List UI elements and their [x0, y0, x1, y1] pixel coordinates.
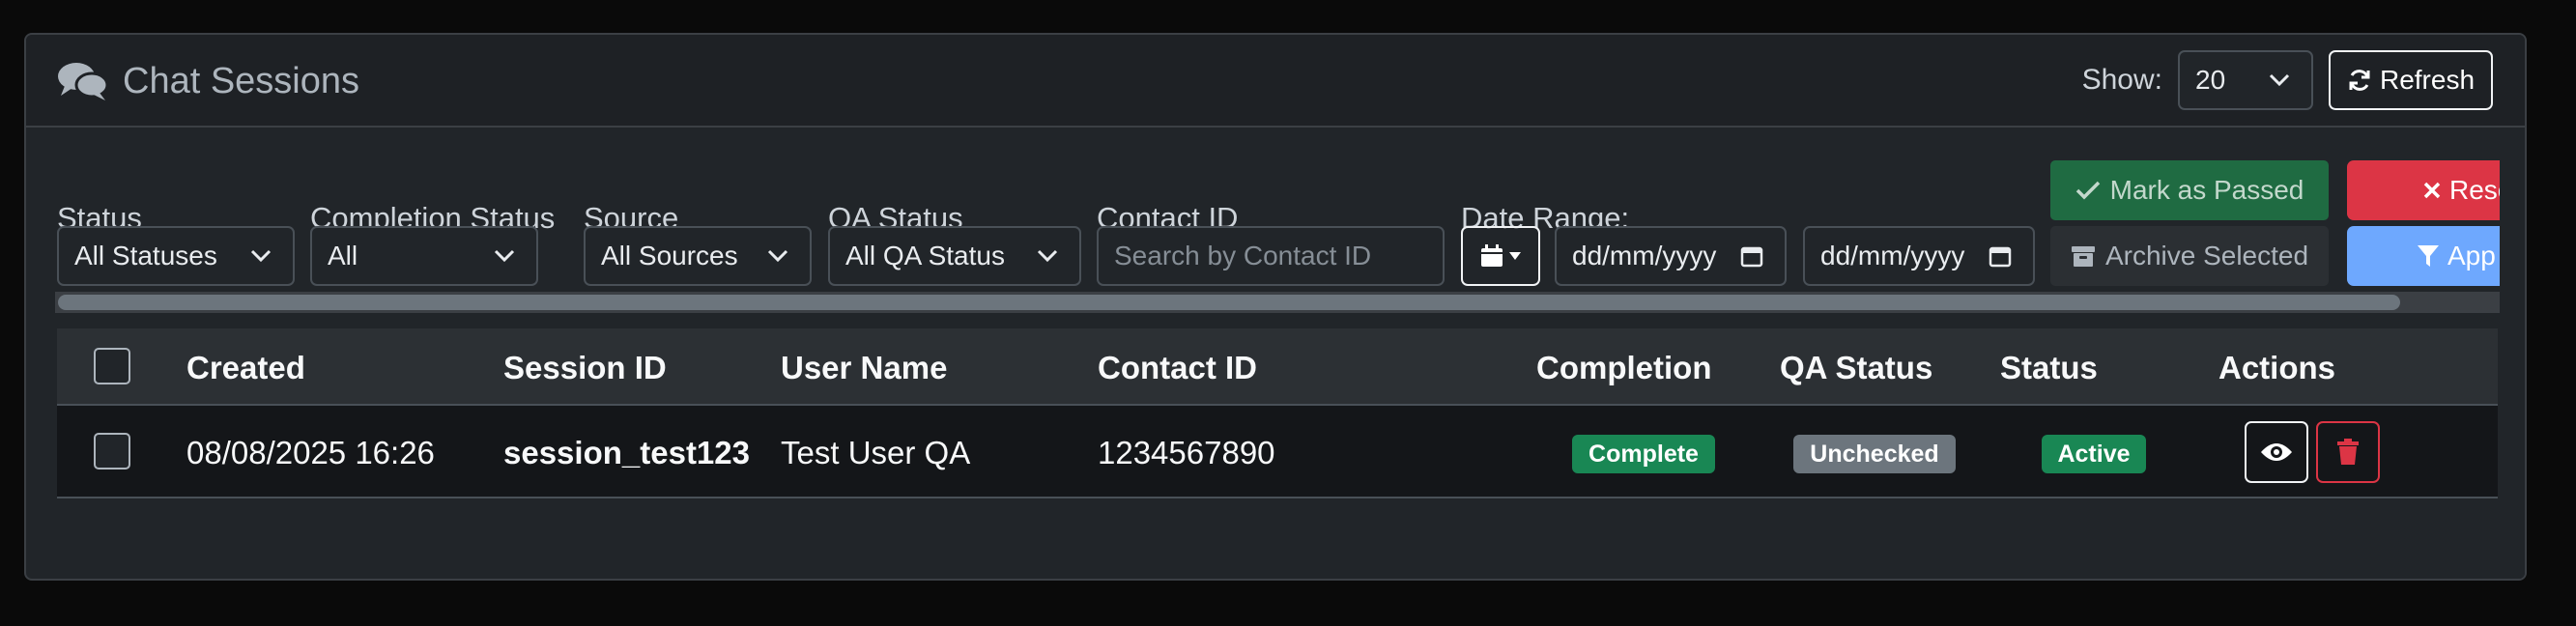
row-select-checkbox[interactable] [94, 433, 130, 470]
comments-icon [58, 63, 109, 100]
close-icon [2423, 182, 2441, 199]
col-qa-status: QA Status [1780, 350, 1933, 385]
archive-selected-label: Archive Selected [2104, 241, 2309, 270]
completion-filter-select[interactable]: All [310, 226, 538, 286]
chevron-down-icon [494, 249, 515, 263]
col-completion: Completion [1536, 350, 1712, 385]
card-header: Chat Sessions Show: 20 Refresh [26, 35, 2525, 128]
cell-contact-id: 1234567890 [1098, 435, 1275, 470]
refresh-button[interactable]: Refresh [2329, 50, 2493, 110]
scrollbar-thumb[interactable] [58, 295, 2400, 310]
trash-icon [2337, 439, 2359, 465]
cell-created: 08/08/2025 16:26 [186, 435, 435, 470]
page-size-value: 20 [2195, 65, 2226, 95]
apply-filters-label: App [2447, 241, 2496, 270]
page-size-control: Show: 20 Refresh [2082, 50, 2493, 110]
chevron-down-icon [1037, 249, 1058, 263]
calendar-icon [1481, 244, 1503, 267]
col-actions: Actions [2218, 350, 2336, 385]
mark-as-passed-label: Mark as Passed [2109, 175, 2304, 205]
delete-session-button[interactable] [2316, 421, 2380, 483]
status-filter-select[interactable]: All Statuses [57, 226, 295, 286]
card-title: Chat Sessions [57, 58, 359, 104]
completion-filter-value: All [328, 241, 358, 270]
chevron-down-icon [250, 249, 272, 263]
status-badge: Active [2042, 435, 2146, 473]
col-status: Status [2000, 350, 2098, 385]
view-session-button[interactable] [2245, 421, 2308, 483]
qa-filter-select[interactable]: All QA Status [828, 226, 1081, 286]
date-preset-dropdown[interactable] [1461, 226, 1540, 286]
mark-as-passed-button[interactable]: Mark as Passed [2050, 160, 2329, 220]
filter-icon [2418, 245, 2439, 267]
col-contact-id: Contact ID [1098, 350, 1257, 385]
caret-down-icon [1509, 252, 1521, 260]
eye-icon [2261, 443, 2292, 461]
cell-session-id: session_test123 [503, 435, 750, 470]
refresh-label: Refresh [2379, 65, 2476, 95]
completion-badge: Complete [1572, 435, 1715, 473]
date-to-input[interactable]: dd/mm/yyyy [1803, 226, 2035, 286]
chevron-down-icon [767, 249, 788, 263]
status-filter-value: All Statuses [74, 241, 217, 270]
source-filter-select[interactable]: All Sources [584, 226, 812, 286]
page-size-select[interactable]: 20 [2178, 50, 2313, 110]
calendar-icon [1989, 246, 2012, 268]
page-title: Chat Sessions [123, 60, 360, 101]
qa-filter-value: All QA Status [845, 241, 1005, 270]
check-icon [2075, 181, 2100, 200]
qa-status-badge: Unchecked [1793, 435, 1956, 473]
col-session-id: Session ID [503, 350, 667, 385]
chat-sessions-card: Chat Sessions Show: 20 Refresh Status Al… [24, 33, 2527, 581]
col-created: Created [186, 350, 305, 385]
date-from-placeholder: dd/mm/yyyy [1572, 241, 1717, 270]
source-filter-value: All Sources [601, 241, 738, 270]
table-header: Created Session ID User Name Contact ID … [57, 328, 2498, 406]
chevron-down-icon [2269, 73, 2290, 87]
refresh-icon [2349, 70, 2370, 91]
col-user-name: User Name [781, 350, 948, 385]
date-from-input[interactable]: dd/mm/yyyy [1555, 226, 1787, 286]
show-label: Show: [2081, 64, 2162, 96]
archive-selected-button[interactable]: Archive Selected [2050, 226, 2329, 286]
table-row: 08/08/2025 16:26 session_test123 Test Us… [57, 406, 2498, 498]
archive-icon [2071, 246, 2095, 267]
date-to-placeholder: dd/mm/yyyy [1820, 241, 1965, 270]
contact-search-input[interactable]: Search by Contact ID [1097, 226, 1445, 286]
calendar-icon [1740, 246, 1763, 268]
horizontal-scrollbar[interactable] [55, 292, 2500, 313]
select-all-checkbox[interactable] [94, 348, 130, 384]
cell-user-name: Test User QA [781, 435, 971, 470]
contact-search-placeholder: Search by Contact ID [1114, 241, 1372, 270]
overflow-mask [2500, 128, 2525, 579]
